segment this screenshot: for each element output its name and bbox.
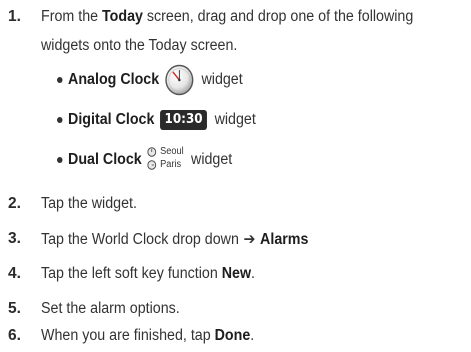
step-text: When you are finished, tap Done.	[41, 327, 255, 344]
bullet	[57, 77, 63, 83]
step-number: 2.	[8, 195, 21, 212]
step-text: Tap the left soft key function New.	[41, 265, 256, 282]
widget-digital-clock: Digital Clock 10:30 widget	[57, 109, 256, 131]
widget-analog-clock: Analog Clock widget	[57, 64, 243, 96]
step-text-continued: widgets onto the Today screen.	[41, 37, 238, 54]
dual-clock-row-2: Paris	[147, 158, 183, 171]
dual-clock-row-1: Seoul	[147, 145, 184, 158]
step-text: Tap the World Clock drop down ➔ Alarms	[41, 230, 309, 248]
mini-clock-icon	[147, 146, 157, 157]
step-number: 1.	[8, 8, 21, 25]
mini-clock-icon	[147, 159, 157, 170]
dual-clock-icon: Seoul Paris	[147, 145, 184, 171]
step-number: 4.	[8, 265, 21, 282]
step-text: Set the alarm options.	[41, 300, 180, 317]
digital-clock-icon: 10:30	[159, 110, 208, 130]
instructions-page: 1. From the Today screen, drag and drop …	[0, 0, 471, 352]
step-number: 5.	[8, 300, 21, 317]
step-number: 6.	[8, 327, 21, 344]
step-text: Tap the widget.	[41, 195, 137, 212]
step-text: From the Today screen, drag and drop one…	[41, 8, 414, 25]
step-number: 3.	[8, 230, 21, 247]
arrow-right-icon: ➔	[243, 230, 256, 248]
bullet	[57, 117, 63, 123]
analog-clock-icon	[165, 64, 194, 96]
bullet	[57, 157, 63, 163]
widget-dual-clock: Dual Clock Seoul Paris widget	[57, 146, 232, 174]
